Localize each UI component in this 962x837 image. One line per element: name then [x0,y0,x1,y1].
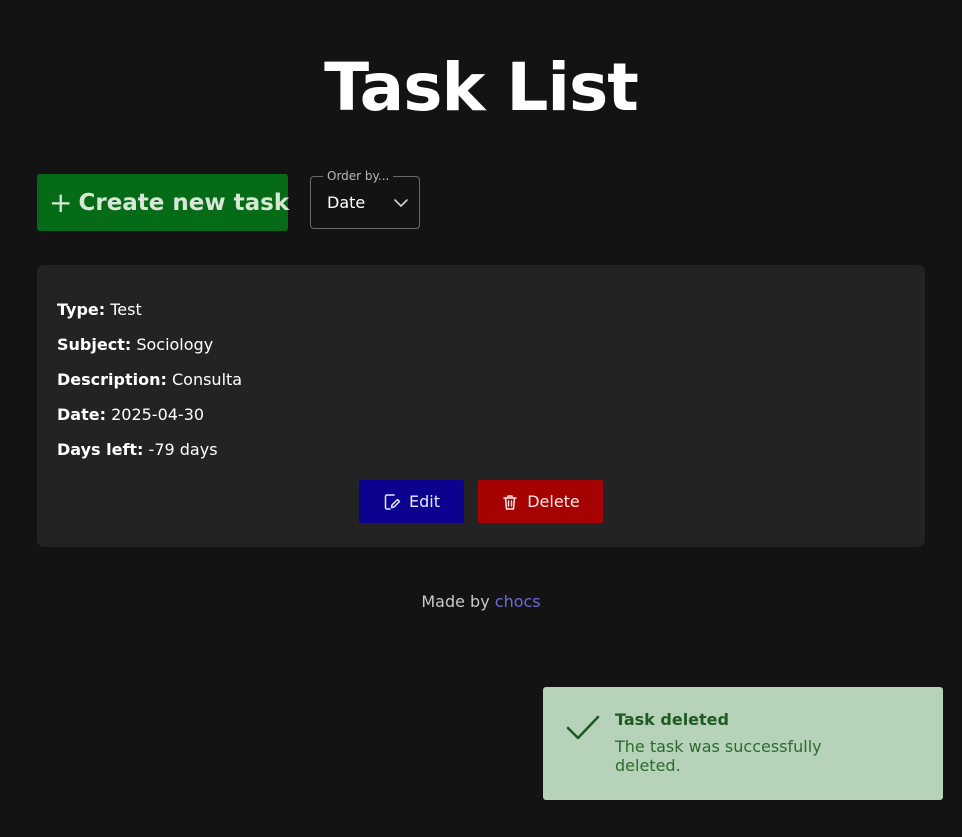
task-subject: Subject: Sociology [57,335,213,355]
task-type: Type: Test [57,300,142,320]
footer-made-by: Made by [421,592,490,611]
delete-label: Delete [527,492,580,511]
order-by-label: Order by... [323,169,394,183]
edit-label: Edit [409,492,440,511]
task-date-value: 2025-04-30 [111,405,205,424]
check-icon [566,715,600,740]
chevron-down-icon [394,199,408,207]
task-date: Date: 2025-04-30 [57,405,204,425]
toast-message: The task was successfully deleted. [615,737,822,775]
edit-button[interactable]: Edit [359,480,464,523]
task-subject-label: Subject: [57,335,132,354]
task-days-left: Days left: -79 days [57,440,218,460]
task-description: Description: Consulta [57,370,242,390]
order-by-select[interactable]: Order by... Date [310,169,420,229]
task-description-label: Description: [57,370,167,389]
task-description-value: Consulta [171,370,243,389]
task-date-label: Date: [57,405,106,424]
toast-title: Task deleted [615,710,729,729]
plus-icon: + [49,185,73,219]
footer: Made by chocs [0,592,962,611]
trash-icon [503,494,517,510]
task-days-left-value: -79 days [148,440,218,459]
task-days-left-label: Days left: [57,440,144,459]
page-title: Task List [324,49,639,126]
task-type-value: Test [110,300,142,319]
delete-button[interactable]: Delete [478,480,603,523]
order-by-value: Date [327,193,366,212]
create-task-button[interactable]: + Create new task [37,174,290,231]
create-task-label: Create new task [78,189,290,216]
edit-icon [384,493,401,510]
task-card: Type: Test Subject: Sociology Descriptio… [37,265,925,547]
toast-notification: Task deleted The task was successfully d… [543,687,943,800]
task-subject-value: Sociology [136,335,214,354]
task-type-label: Type: [57,300,106,319]
page: Task List + Create new task Order by... … [0,0,962,837]
author-link[interactable]: chocs [495,592,541,611]
